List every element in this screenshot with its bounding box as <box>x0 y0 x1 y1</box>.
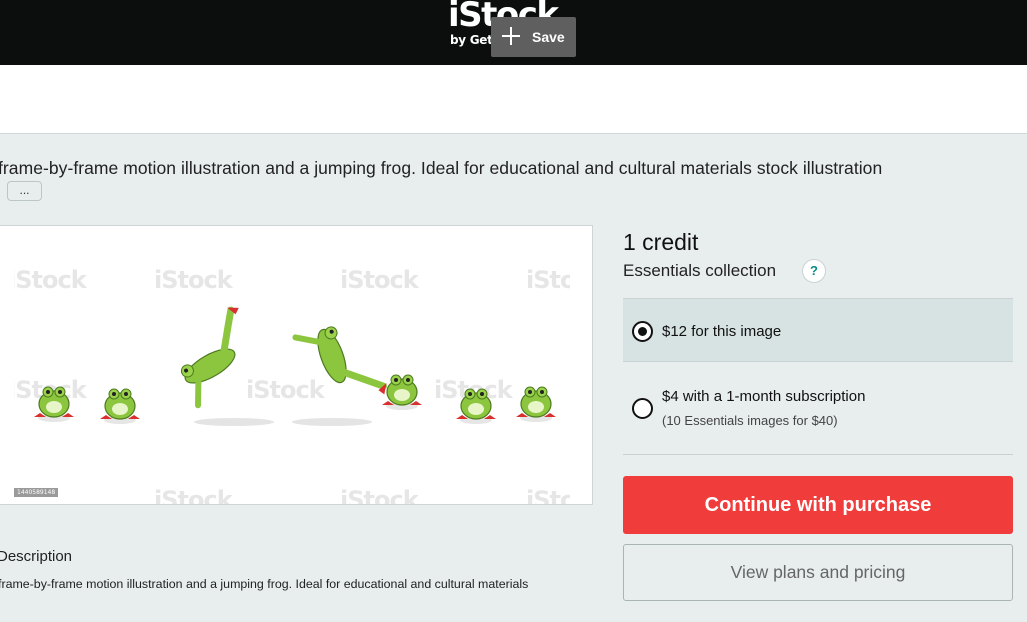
option-subscription[interactable]: $4 with a 1-month subscription (10 Essen… <box>623 362 1013 455</box>
image-preview-card: iStock iStock iStock iStock iStock iStoc… <box>0 225 593 505</box>
frog-frame-7 <box>515 386 557 423</box>
svg-text:iStock: iStock <box>246 376 326 404</box>
description-heading: Description <box>0 548 73 565</box>
svg-text:iStock: iStock <box>154 486 234 504</box>
view-plans-button[interactable]: View plans and pricing <box>623 544 1013 601</box>
svg-text:iStock: iStock <box>526 266 570 294</box>
radio-unselected-icon[interactable] <box>632 398 653 419</box>
plus-icon <box>501 26 521 46</box>
watermark-grid: iStock iStock iStock iStock iStock iStoc… <box>14 266 570 504</box>
radio-selected-icon[interactable] <box>632 321 653 342</box>
svg-text:iStock: iStock <box>340 486 420 504</box>
option-sublabel: (10 Essentials images for $40) <box>662 413 838 428</box>
asset-title: frame-by-frame motion illustration and a… <box>0 158 883 178</box>
description-text: frame-by-frame motion illustration and a… <box>0 577 529 591</box>
svg-text:iStock: iStock <box>340 266 420 294</box>
frog-frame-5 <box>381 374 423 411</box>
save-button[interactable]: Save <box>491 17 576 57</box>
help-icon[interactable]: ? <box>802 259 826 283</box>
continue-purchase-button[interactable]: Continue with purchase <box>623 476 1013 534</box>
svg-text:iStock: iStock <box>14 266 88 294</box>
collection-label: Essentials collection <box>623 261 777 280</box>
frog-frame-2 <box>99 388 141 425</box>
option-label: $4 with a 1-month subscription <box>662 388 866 405</box>
price-label: 1 credit <box>623 229 699 255</box>
image-id-label: 1440589148 <box>14 488 59 497</box>
option-label: $12 for this image <box>662 323 782 340</box>
save-button-label: Save <box>532 29 565 45</box>
svg-text:iStock: iStock <box>526 486 570 504</box>
expand-title-button[interactable]: ... <box>7 181 42 201</box>
secondary-header <box>0 65 1027 134</box>
frog-illustration: iStock iStock iStock iStock iStock iStoc… <box>14 266 570 504</box>
option-single-image[interactable]: $12 for this image <box>623 298 1013 362</box>
svg-text:iStock: iStock <box>154 266 234 294</box>
asset-image[interactable]: iStock iStock iStock iStock iStock iStoc… <box>14 226 570 504</box>
